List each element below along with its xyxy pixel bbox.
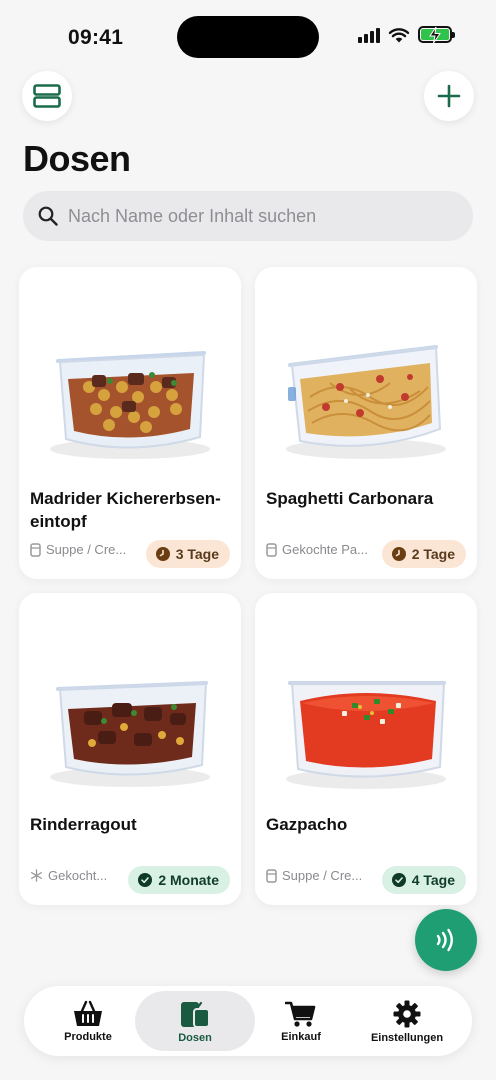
- add-container-button[interactable]: [424, 71, 474, 121]
- expiry-badge-label: 4 Tage: [411, 872, 455, 888]
- expiry-badge: 2 Tage: [381, 540, 466, 568]
- container-category-label: Suppe / Cre...: [46, 542, 127, 557]
- container-name: Spaghetti Carbonara: [266, 489, 434, 508]
- tab-label: Dosen: [178, 1031, 212, 1044]
- container-name: Gazpacho: [266, 815, 348, 834]
- container-card[interactable]: Rinderragout Gekocht... 2 Monate: [19, 593, 241, 905]
- containers-icon: [181, 1001, 210, 1028]
- container-card[interactable]: Madrider Kichererbsen-eintopf Suppe / Cr…: [19, 267, 241, 579]
- page-title: Dosen: [23, 138, 131, 179]
- container-category-label: Gekocht...: [48, 868, 108, 883]
- expiry-badge-label: 3 Tage: [175, 546, 219, 562]
- expiry-badge: 3 Tage: [145, 540, 230, 568]
- container-icon: [266, 542, 277, 557]
- cart-icon: [285, 1001, 316, 1027]
- container-card[interactable]: Gazpacho Suppe / Cre... 4 Tage: [255, 593, 477, 905]
- container-image: [50, 351, 210, 459]
- container-category: Gekocht...: [30, 868, 107, 883]
- plus-icon: [437, 84, 461, 108]
- check-circle-icon: [391, 873, 406, 887]
- status-bar: 09:41: [0, 0, 496, 70]
- container-icon: [30, 542, 41, 557]
- list-layout-icon: [33, 84, 61, 108]
- gear-icon: [393, 1000, 421, 1027]
- check-circle-icon: [138, 873, 153, 887]
- expiry-badge-label: 2 Tage: [411, 546, 455, 562]
- nfc-scan-button[interactable]: [415, 909, 477, 971]
- search-bar[interactable]: [23, 191, 473, 241]
- tab-produkte[interactable]: Produkte: [28, 991, 148, 1051]
- wifi-icon: [388, 27, 410, 42]
- container-card[interactable]: Spaghetti Carbonara Gekochte Pa... 2 Tag…: [255, 267, 477, 579]
- tab-dosen[interactable]: Dosen: [135, 991, 255, 1051]
- container-category: Gekochte Pa...: [266, 542, 368, 557]
- container-image: [286, 345, 446, 459]
- container-name: Rinderragout: [30, 815, 137, 834]
- tab-label: Produkte: [64, 1030, 112, 1043]
- tab-bar: Produkte Dosen Einkauf Einstellungen: [24, 986, 472, 1056]
- container-category: Suppe / Cre...: [266, 868, 362, 883]
- tab-label: Einkauf: [281, 1030, 321, 1043]
- basket-icon: [74, 1000, 102, 1026]
- container-category-label: Suppe / Cre...: [282, 868, 363, 883]
- nfc-icon: [436, 928, 453, 952]
- status-time: 09:41: [68, 26, 124, 49]
- status-icons: [358, 26, 455, 44]
- container-name: Madrider Kichererbsen-eintopf: [30, 489, 221, 531]
- layout-toggle-button[interactable]: [22, 71, 72, 121]
- battery-icon: [418, 26, 455, 44]
- tab-label: Einstellungen: [370, 1031, 444, 1044]
- tab-einkauf[interactable]: Einkauf: [241, 991, 361, 1051]
- search-input[interactable]: [68, 205, 448, 227]
- container-category: Suppe / Cre...: [30, 542, 126, 557]
- clock-icon: [391, 547, 406, 561]
- tab-einstellungen[interactable]: Einstellungen: [347, 991, 467, 1051]
- expiry-badge: 4 Tage: [381, 866, 466, 894]
- snowflake-icon: [31, 869, 42, 882]
- cellular-signal-icon: [358, 27, 380, 43]
- expiry-badge: 2 Monate: [128, 866, 230, 894]
- container-image: [50, 681, 210, 787]
- container-icon: [266, 868, 277, 883]
- search-icon: [38, 206, 58, 226]
- expiry-badge-label: 2 Monate: [158, 872, 219, 888]
- container-category-label: Gekochte Pa...: [282, 542, 368, 557]
- container-image: [286, 681, 446, 789]
- clock-icon: [155, 547, 170, 561]
- dynamic-island: [177, 16, 319, 58]
